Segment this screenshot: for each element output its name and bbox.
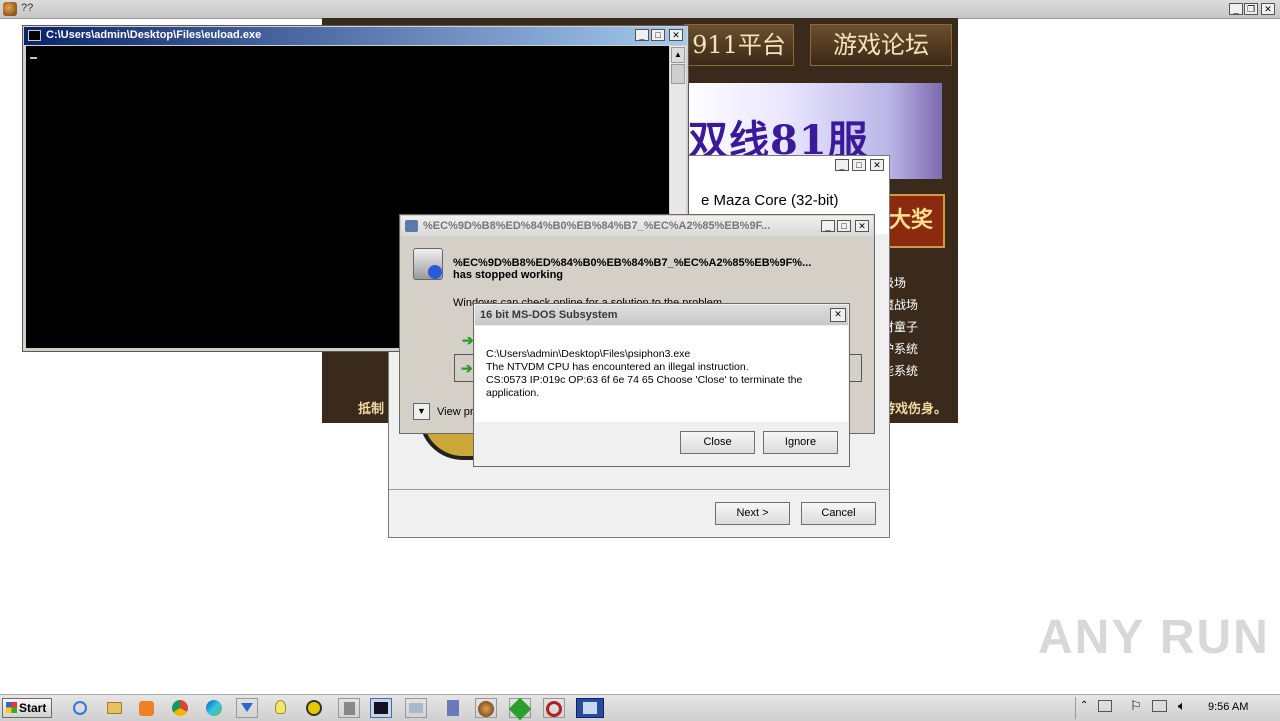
- ntvdm-line-path: C:\Users\admin\Desktop\Files\psiphon3.ex…: [486, 348, 691, 360]
- taskbar: Start ⌃ ⚐ 🔈︎ 9:56 AM: [0, 694, 1280, 721]
- bulb-icon[interactable]: [270, 698, 292, 718]
- edge-icon[interactable]: [204, 698, 226, 718]
- game-task-icon[interactable]: [475, 698, 497, 718]
- ie-icon[interactable]: [70, 698, 92, 718]
- tray-expand-icon[interactable]: ⌃: [1080, 700, 1088, 711]
- next-button[interactable]: Next >: [715, 502, 790, 525]
- tray-volume-icon[interactable]: 🔈︎: [1178, 698, 1186, 714]
- error-maximize-button[interactable]: □: [837, 220, 851, 232]
- cancel-button[interactable]: Cancel: [801, 502, 876, 525]
- installer-maximize-button[interactable]: □: [852, 159, 866, 171]
- ntvdm-close-button[interactable]: Close: [680, 431, 755, 454]
- scroll-up-arrow-icon[interactable]: ▲: [671, 47, 685, 63]
- console-title: C:\Users\admin\Desktop\Files\euload.exe: [46, 29, 262, 41]
- console-maximize-button[interactable]: □: [651, 29, 665, 41]
- error-minimize-button[interactable]: _: [821, 220, 835, 232]
- download-icon[interactable]: [236, 698, 258, 718]
- ntvdm-title: 16 bit MS-DOS Subsystem: [480, 309, 618, 321]
- game-app-icon: [3, 2, 17, 16]
- start-label: Start: [19, 701, 47, 715]
- view-details-link[interactable]: View pr: [437, 406, 473, 418]
- start-button[interactable]: Start: [2, 698, 52, 718]
- top-window-bar: ?? _ ❐ ✕: [0, 0, 1280, 19]
- expand-details-icon[interactable]: ▼: [413, 403, 430, 420]
- watermark: ANY RUN: [1038, 611, 1270, 664]
- media-player-icon[interactable]: [136, 698, 158, 718]
- chrome-icon[interactable]: [170, 698, 192, 718]
- console-cursor: [30, 57, 37, 59]
- ntvdm-line-details: CS:0573 IP:019c OP:63 6f 6e 74 65 Choose…: [486, 374, 803, 399]
- tray-flag-icon[interactable]: ⚐: [1130, 698, 1142, 714]
- error-title: %EC%9D%B8%ED%84%B0%EB%84%B7_%EC%A2%85%EB…: [423, 220, 771, 232]
- error-heading-line2: has stopped working: [453, 269, 564, 281]
- console-icon: [28, 30, 41, 41]
- scroll-thumb[interactable]: [671, 64, 685, 84]
- close-button[interactable]: ✕: [1261, 3, 1275, 15]
- error-close-button[interactable]: ✕: [855, 220, 869, 232]
- explorer-icon[interactable]: [104, 698, 126, 718]
- error-titlebar[interactable]: %EC%9D%B8%ED%84%B0%EB%84%B7_%EC%A2%85%EB…: [401, 216, 873, 236]
- error-heading-line1: %EC%9D%B8%ED%84%B0%EB%84%B7_%EC%A2%85%EB…: [453, 257, 812, 269]
- installer-minimize-button[interactable]: _: [835, 159, 849, 171]
- top-window-title: ??: [21, 2, 34, 14]
- installer-heading: e Maza Core (32-bit): [701, 192, 839, 209]
- opera-task-icon[interactable]: [543, 698, 565, 718]
- ntvdm-ignore-button[interactable]: Ignore: [763, 431, 838, 454]
- ntvdm-dialog: 16 bit MS-DOS Subsystem ✕ C:\Users\admin…: [473, 303, 850, 467]
- window-task-icon[interactable]: [405, 698, 427, 718]
- banner-tab-forum[interactable]: 游戏论坛: [810, 24, 952, 66]
- ntvdm-message: C:\Users\admin\Desktop\Files\psiphon3.ex…: [486, 348, 826, 400]
- console-minimize-button[interactable]: _: [635, 29, 649, 41]
- console-task-icon[interactable]: [370, 698, 392, 718]
- banner-tab-platform[interactable]: 911平台: [684, 24, 794, 66]
- calc-icon[interactable]: [338, 698, 360, 718]
- tray-divider: [1075, 697, 1076, 719]
- installer-close-button[interactable]: ✕: [870, 159, 884, 171]
- tray-network-icon[interactable]: [1152, 700, 1167, 712]
- console-titlebar[interactable]: C:\Users\admin\Desktop\Files\euload.exe: [24, 27, 687, 45]
- norton-icon[interactable]: [304, 698, 326, 718]
- ntvdm-line-error: The NTVDM CPU has encountered an illegal…: [486, 361, 749, 373]
- ntvdm-close-icon[interactable]: ✕: [830, 308, 846, 322]
- banner-bottom-right-text: 游戏伤身。: [882, 401, 948, 416]
- installer-task-icon[interactable]: [443, 698, 465, 718]
- banner-bottom-left-text: 抵制: [358, 401, 385, 416]
- clock[interactable]: 9:56 AM: [1208, 701, 1248, 713]
- program-error-icon: [413, 248, 443, 280]
- error-app-icon: [405, 220, 418, 232]
- option-arrow-icon: ➔: [461, 360, 473, 376]
- tray-keyboard-icon[interactable]: [1098, 700, 1112, 712]
- restore-button[interactable]: ❐: [1244, 3, 1258, 15]
- option-arrow-icon[interactable]: ➔: [462, 332, 474, 349]
- installer-divider: [389, 489, 889, 490]
- green-task-icon[interactable]: [508, 697, 532, 721]
- error-task-icon[interactable]: [576, 698, 604, 718]
- windows-logo-icon: [6, 702, 17, 713]
- console-close-button[interactable]: ✕: [669, 29, 683, 41]
- minimize-button[interactable]: _: [1229, 3, 1243, 15]
- ntvdm-titlebar[interactable]: 16 bit MS-DOS Subsystem: [475, 305, 848, 325]
- error-heading: %EC%9D%B8%ED%84%B0%EB%84%B7_%EC%A2%85%EB…: [453, 257, 863, 281]
